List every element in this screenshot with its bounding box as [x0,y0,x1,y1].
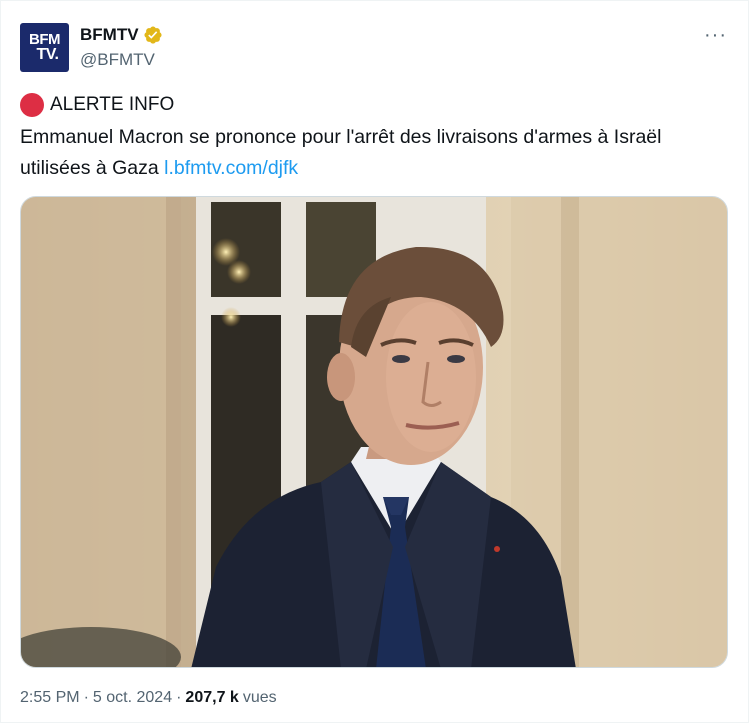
views-label: vues [242,689,277,706]
tweet-meta: 2:55 PM · 5 oct. 2024 · 207,7 k vues [20,689,277,707]
author-name-row: BFMTV [80,25,163,45]
red-circle-icon [20,93,44,117]
tweet-time[interactable]: 2:55 PM [20,689,80,707]
meta-separator: · [176,689,182,706]
tweet-link[interactable]: l.bfmtv.com/djfk [164,157,298,179]
alert-label: ALERTE INFO [50,94,175,115]
verified-badge-icon [144,26,162,44]
tweet-photo[interactable] [20,196,728,668]
display-name[interactable]: BFMTV [80,25,139,45]
tweet-text-content: Emmanuel Macron se prononce pour l'arrêt… [20,126,662,179]
tweet-card: BFM TV. BFMTV @BFMTV ··· ALERTE INFO Emm… [0,0,749,723]
avatar-text-line1: BFM [29,30,61,48]
meta-separator: · [83,689,89,706]
avatar[interactable]: BFM TV. [20,23,69,72]
photo-illustration [21,197,727,667]
more-options-icon[interactable]: ··· [704,25,727,45]
views-count: 207,7 k [185,689,239,706]
tweet-text: Emmanuel Macron se prononce pour l'arrêt… [20,122,720,184]
avatar-text-line2: TV. [36,46,59,64]
handle[interactable]: @BFMTV [80,50,155,70]
alert-row: ALERTE INFO [20,93,174,117]
tweet-date[interactable]: 5 oct. 2024 [93,689,172,707]
